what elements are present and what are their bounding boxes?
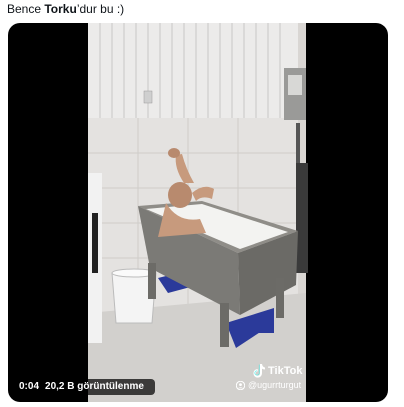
- video-view-count: 20,2 B görüntülenme: [45, 381, 144, 392]
- tiktok-brand-label: TikTok: [268, 365, 303, 377]
- video-elapsed-time: 0:04: [19, 381, 40, 392]
- tiktok-watermark: TikTok: [253, 363, 302, 379]
- tweet-text-bold: Torku: [44, 2, 77, 16]
- video-player[interactable]: 0:04 20,2 B görüntülenme TikTok @ugurrtur…: [8, 23, 388, 402]
- tweet-text-suffix: ’dur bu :): [76, 2, 125, 16]
- tiktok-icon: [253, 364, 265, 378]
- tweet-text: Bence Torku’dur bu :): [7, 2, 124, 16]
- tiktok-handle-label: @ugurrturgut: [248, 380, 302, 390]
- tiktok-handle-row: @ugurrturgut: [236, 380, 301, 390]
- video-frame: [88, 23, 308, 402]
- video-stats-badge: 0:04 20,2 B görüntülenme: [14, 379, 155, 395]
- tweet-text-prefix: Bence: [7, 2, 45, 16]
- user-icon: [236, 380, 245, 390]
